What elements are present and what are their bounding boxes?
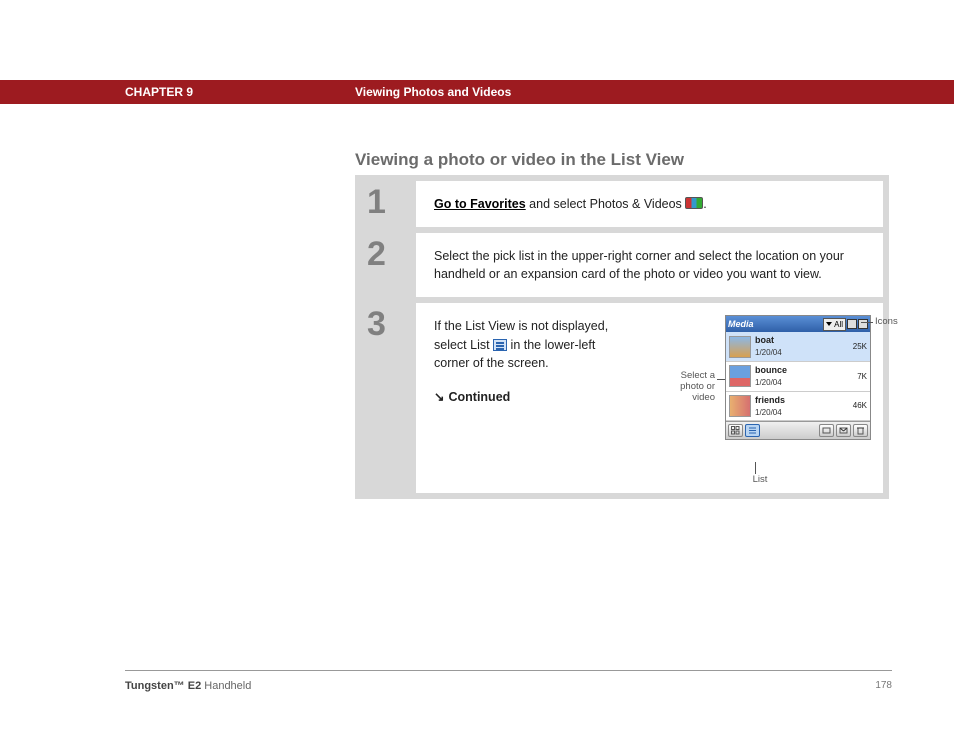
device-titlebar: Media All — [726, 316, 870, 332]
step-2-text: Select the pick list in the upper-right … — [434, 249, 844, 281]
device-category-picklist[interactable]: All — [823, 318, 846, 332]
photos-videos-app-icon — [685, 197, 703, 209]
titlebar-icon-1[interactable] — [847, 319, 857, 329]
continued-arrow-icon: ↘ — [434, 388, 444, 406]
product-name-rest: Handheld — [201, 680, 251, 692]
chapter-header-bar: CHAPTER 9 Viewing Photos and Videos — [0, 80, 954, 104]
step-number: 3 — [361, 303, 416, 493]
continued-indicator: ↘ Continued — [434, 388, 629, 406]
send-button[interactable] — [836, 424, 851, 437]
step-1-body: Go to Favorites and select Photos & Vide… — [416, 181, 883, 227]
chevron-down-icon — [826, 322, 832, 326]
step-1-period: . — [703, 197, 706, 211]
delete-button[interactable] — [853, 424, 868, 437]
step-1-text: and select Photos & Videos — [526, 197, 686, 211]
section-heading: Viewing a photo or video in the List Vie… — [355, 150, 684, 170]
item-size: 25K — [841, 341, 867, 353]
callout-line — [861, 322, 873, 323]
step-number: 2 — [361, 233, 416, 297]
thumbnail-icon — [729, 365, 751, 387]
callout-icons: Icons — [875, 317, 898, 328]
item-date: 1/20/04 — [755, 377, 837, 389]
device-toolbar — [726, 421, 870, 439]
device-media-list: boat 1/20/04 25K bounce 1/20/04 7K — [726, 332, 870, 421]
continued-label: Continued — [448, 390, 510, 404]
item-size: 46K — [841, 400, 867, 412]
item-name: boat — [755, 334, 837, 347]
steps-container: 1 Go to Favorites and select Photos & Vi… — [355, 175, 889, 499]
page-number: 178 — [875, 680, 892, 691]
picklist-value: All — [834, 319, 843, 331]
thumbnail-view-button[interactable] — [728, 424, 743, 437]
product-name-bold: Tungsten™ E2 — [125, 680, 201, 692]
step-number: 1 — [361, 181, 416, 227]
list-icon — [493, 339, 507, 351]
step-3: 3 If the List View is not displayed, sel… — [361, 303, 883, 493]
step-1: 1 Go to Favorites and select Photos & Vi… — [361, 181, 883, 227]
device-frame: Media All boat — [725, 315, 871, 440]
titlebar-icon-2[interactable] — [858, 319, 868, 329]
footer-rule — [125, 670, 892, 671]
footer-product: Tungsten™ E2 Handheld — [125, 680, 251, 692]
chapter-title: Viewing Photos and Videos — [355, 85, 511, 99]
step-3-body: If the List View is not displayed, selec… — [416, 303, 883, 493]
list-item[interactable]: boat 1/20/04 25K — [726, 332, 870, 362]
callout-line — [755, 462, 756, 474]
list-view-button[interactable] — [745, 424, 760, 437]
item-date: 1/20/04 — [755, 407, 837, 419]
chapter-label: CHAPTER 9 — [125, 85, 193, 99]
callout-list: List — [745, 475, 775, 486]
slideshow-button[interactable] — [819, 424, 834, 437]
list-item[interactable]: friends 1/20/04 46K — [726, 392, 870, 422]
device-app-title: Media — [728, 318, 754, 331]
item-name: bounce — [755, 364, 837, 377]
step-2-body: Select the pick list in the upper-right … — [416, 233, 883, 297]
list-item[interactable]: bounce 1/20/04 7K — [726, 362, 870, 392]
item-size: 7K — [841, 371, 867, 383]
item-name: friends — [755, 394, 837, 407]
go-to-favorites-link[interactable]: Go to Favorites — [434, 197, 526, 211]
device-screenshot: Select a photo or video Icons List Media… — [725, 315, 871, 440]
step-2: 2 Select the pick list in the upper-righ… — [361, 233, 883, 297]
callout-select: Select a photo or video — [665, 371, 715, 404]
thumbnail-icon — [729, 395, 751, 417]
item-date: 1/20/04 — [755, 347, 837, 359]
callout-line — [717, 379, 725, 380]
thumbnail-icon — [729, 336, 751, 358]
